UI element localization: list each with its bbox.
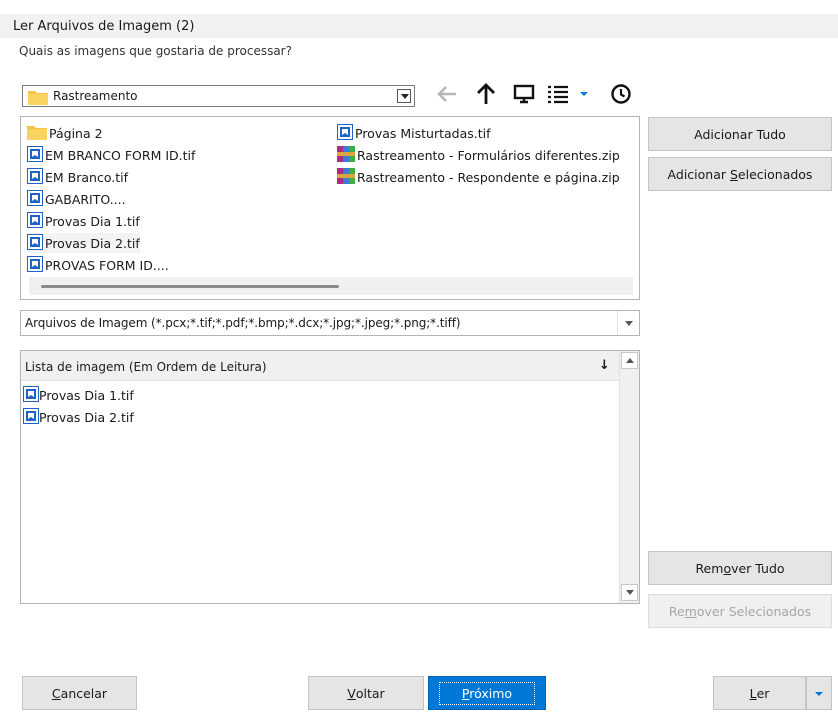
list-item-label: Provas Dia 2.tif [39,409,134,425]
next-button-focus-ring: Próximo [438,681,536,705]
window-title: Ler Arquivos de Imagem (2) [13,19,195,34]
file-item[interactable]: Provas Dia 1.tif [27,211,140,231]
button-label: ver Tudo [731,560,785,576]
remove-selected-button[interactable]: Re m over Selecionados [648,594,832,628]
file-item[interactable]: Rastreamento - Respondente e página.zip [337,167,620,187]
image-file-icon [27,167,43,187]
horizontal-scrollbar[interactable] [29,277,633,295]
file-name: EM BRANCO FORM ID.tif [45,147,196,163]
button-label-mnemonic: o [723,560,732,576]
desktop-icon[interactable] [511,80,537,108]
chevron-down-icon [814,686,824,701]
zip-archive-icon [337,145,355,166]
button-label-mnemonic: V [347,685,356,701]
file-type-filter-select[interactable]: Arquivos de Imagem (*.pcx;*.tif;*.pdf;*.… [20,310,640,336]
file-name: EM Branco.tif [45,169,129,185]
file-item[interactable]: GABARITO.... [27,189,126,209]
cancel-button[interactable]: Cancelar [22,676,137,710]
image-file-icon [23,407,39,427]
button-label: Adicionar Tudo [694,126,786,142]
read-button[interactable]: Ler [713,676,806,710]
vertical-scrollbar[interactable] [619,351,639,603]
button-label: elecionados [737,166,813,182]
file-item[interactable]: Provas Misturtadas.tif [337,123,491,143]
scroll-down-button[interactable] [621,584,638,601]
button-label: ancelar [60,685,108,701]
file-browser[interactable]: Página 2 EM BRANCO FORM ID.tif EM Branco… [20,116,640,300]
image-list[interactable]: Lista de imagem (Em Ordem de Leitura) ↓ … [20,350,640,604]
file-name: GABARITO.... [45,191,126,207]
button-label: Rem [695,560,724,576]
zip-archive-icon [337,167,355,188]
file-name: PROVAS FORM ID.... [45,257,169,273]
list-item-label: Provas Dia 1.tif [39,387,134,403]
file-item[interactable]: Rastreamento - Formulários diferentes.zi… [337,145,620,165]
image-list-header[interactable]: Lista de imagem (Em Ordem de Leitura) ↓ [21,351,619,381]
file-name: Provas Dia 2.tif [45,235,140,251]
list-item[interactable]: Provas Dia 1.tif [23,385,134,405]
back-button[interactable]: Voltar [308,676,424,710]
view-list-icon[interactable] [545,80,571,108]
sort-down-arrow-icon[interactable]: ↓ [599,358,610,373]
list-item[interactable]: Provas Dia 2.tif [23,407,134,427]
recent-icon[interactable] [608,80,634,108]
next-button[interactable]: Próximo [428,676,546,710]
scroll-up-button[interactable] [621,352,638,369]
folder-icon [27,124,47,143]
button-label-mnemonic: S [729,166,738,182]
file-name: Provas Dia 1.tif [45,213,140,229]
image-file-icon [27,189,43,209]
file-item[interactable]: EM BRANCO FORM ID.tif [27,145,195,165]
add-selected-button[interactable]: Adicionar Selecionados [648,157,832,191]
file-name: Provas Misturtadas.tif [355,125,491,141]
file-item[interactable]: EM Branco.tif [27,167,128,187]
instruction-text: Quais as imagens que gostaria de process… [19,44,292,58]
button-label-mnemonic: L [749,685,757,701]
button-label: over Selecionados [696,603,812,619]
remove-all-button[interactable]: Rem o ver Tudo [648,551,832,585]
file-type-filter-value: Arquivos de Imagem (*.pcx;*.tif;*.pdf;*.… [25,316,461,330]
filter-dropdown-button[interactable] [617,311,639,335]
file-item-folder[interactable]: Página 2 [27,123,103,143]
add-all-button[interactable]: Adicionar Tudo [648,117,832,151]
image-file-icon [27,255,43,275]
scrollbar-thumb[interactable] [41,285,339,288]
image-file-icon [27,233,43,253]
folder-icon [28,89,48,108]
image-file-icon [23,385,39,405]
button-label: róximo [469,685,513,701]
image-file-icon [337,123,353,143]
button-label: Re [668,603,685,619]
button-label: Adicionar [667,166,730,182]
read-options-dropdown-button[interactable] [806,676,832,710]
image-file-icon [27,145,43,165]
image-list-header-label: Lista de imagem (Em Ordem de Leitura) [25,360,267,374]
file-name: Rastreamento - Respondente e página.zip [357,169,620,185]
button-label: er [756,685,770,701]
file-name: Rastreamento - Formulários diferentes.zi… [357,147,620,163]
file-name: Página 2 [49,125,103,141]
back-arrow-icon[interactable] [434,80,460,108]
image-file-icon [27,211,43,231]
up-arrow-icon[interactable] [473,80,499,108]
button-label: oltar [355,685,385,701]
folder-select[interactable]: Rastreamento [22,85,415,107]
file-item[interactable]: PROVAS FORM ID.... [27,255,169,275]
file-item-selected[interactable]: Provas Dia 2.tif [27,233,140,253]
chevron-down-icon[interactable] [577,80,591,108]
button-label-mnemonic: m [684,603,697,619]
button-label-mnemonic: C [51,685,61,701]
folder-dropdown-button[interactable] [397,89,411,103]
folder-select-value: Rastreamento [53,89,138,103]
